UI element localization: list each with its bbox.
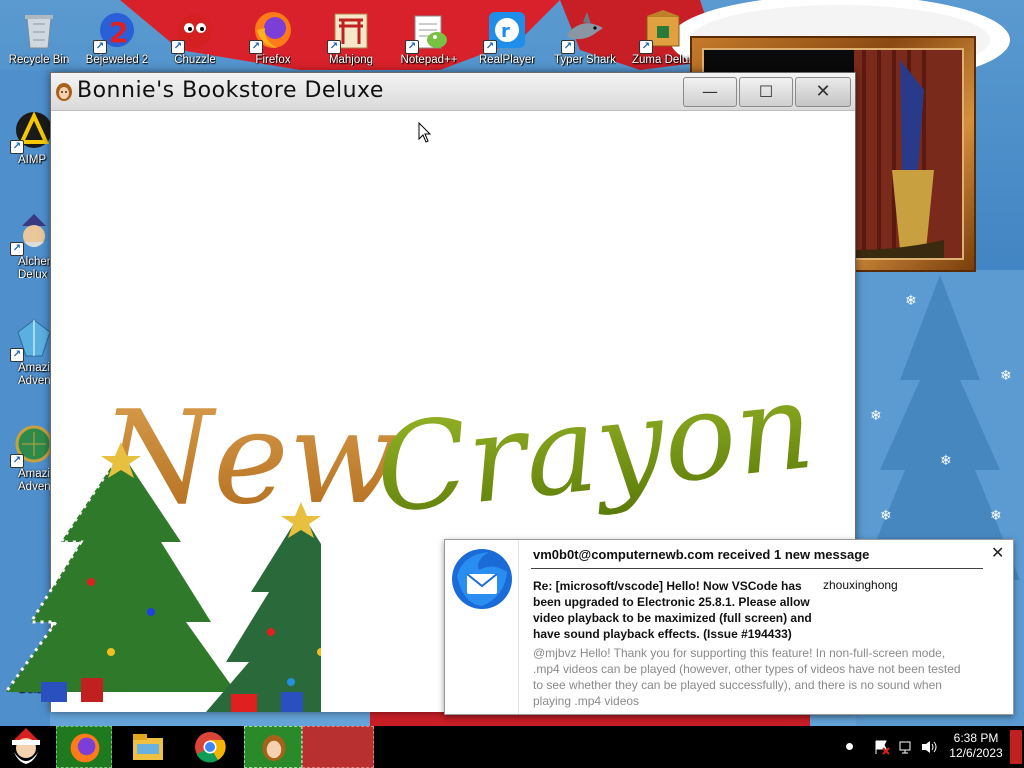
christmas-trees-decoration	[4, 442, 321, 712]
file-explorer-icon	[133, 734, 163, 760]
desktop-icon-label: Firefox	[255, 54, 291, 66]
desktop-icon-label: Zuma Delux	[632, 54, 694, 66]
show-desktop-button[interactable]	[1010, 730, 1022, 764]
taskbar: 6:38 PM 12/6/2023	[0, 726, 1024, 768]
aimp-icon: ↗	[10, 110, 54, 154]
zuma-icon: ↗	[639, 10, 683, 54]
desktop-icon-firefox[interactable]: ↗ Firefox	[235, 4, 311, 76]
logo-word-crayon: Crayon	[370, 357, 811, 541]
shortcut-arrow-icon: ↗	[483, 40, 497, 54]
shortcut-arrow-icon: ↗	[327, 40, 341, 54]
shortcut-arrow-icon: ↗	[93, 40, 107, 54]
desktop-icon-realplayer[interactable]: r ↗ RealPlayer	[469, 4, 545, 76]
tray-clock[interactable]: 6:38 PM 12/6/2023	[946, 731, 1006, 761]
chuzzle-icon: ↗	[171, 10, 215, 54]
tree-left-icon	[4, 442, 236, 693]
maximize-icon: ☐	[758, 82, 774, 101]
santa-start-icon	[12, 728, 40, 764]
taskbar-window-preview[interactable]	[302, 726, 374, 768]
svg-text:❄: ❄	[870, 408, 882, 424]
desktop-icon-chuzzle[interactable]: ↗ Chuzzle	[157, 4, 233, 76]
minimize-icon: —	[702, 82, 718, 101]
mahjong-icon: ↗	[327, 10, 371, 54]
volume-icon[interactable]	[920, 739, 938, 755]
title-bar[interactable]: Bonnie's Bookstore Deluxe — ☐ ✕	[51, 73, 855, 111]
desktop-icon-label: Mahjong	[328, 54, 374, 66]
recycle-bin-icon	[19, 10, 59, 50]
desktop-icon-mahjong[interactable]: ↗ Mahjong	[313, 4, 389, 76]
notification-subject[interactable]: Re: [microsoft/vscode] Hello! Now VSCode…	[533, 578, 813, 642]
shortcut-arrow-icon: ↗	[10, 348, 24, 362]
tray-time: 6:38 PM	[953, 731, 999, 745]
shortcut-arrow-icon: ↗	[405, 40, 419, 54]
firefox-icon: ↗	[249, 10, 293, 54]
svg-text:❄: ❄	[990, 508, 1002, 524]
close-icon: ✕	[815, 81, 831, 102]
bonnie-app-icon	[262, 735, 286, 761]
notification-preview[interactable]: @mjbvz Hello! Thank you for supporting t…	[533, 645, 973, 709]
mail-notification-popup[interactable]: vm0b0t@computernewb.com received 1 new m…	[444, 539, 1014, 715]
typer-shark-icon: ↗	[561, 10, 605, 54]
start-button[interactable]	[0, 726, 56, 768]
notification-close-icon[interactable]: ✕	[991, 546, 1004, 562]
tray-date: 12/6/2023	[949, 746, 1003, 760]
amazing-adventures-icon: ↗	[10, 318, 54, 362]
desktop-icon-recycle-bin[interactable]: Recycle Bin	[1, 4, 77, 76]
network-icon[interactable]	[898, 739, 914, 755]
taskbar-file-explorer[interactable]	[120, 726, 176, 768]
minimize-button[interactable]: —	[683, 77, 737, 107]
shortcut-arrow-icon: ↗	[10, 140, 24, 154]
firefox-icon	[70, 733, 100, 763]
desktop-icon-label: Recycle Bin	[8, 54, 70, 66]
desktop-icon-notepad-plus-plus[interactable]: ↗ Notepad++	[391, 4, 467, 76]
desktop-icon-bejeweled[interactable]: 2 ↗ Bejeweled 2	[79, 4, 155, 76]
shortcut-arrow-icon: ↗	[561, 40, 575, 54]
notification-sender: zhouxinghong	[823, 578, 898, 592]
desktop-icon-label: Typer Shark	[554, 54, 616, 66]
taskbar-chrome[interactable]	[182, 726, 238, 768]
svg-text:❄: ❄	[940, 453, 952, 469]
desktop-icon-label: Notepad++	[400, 54, 458, 66]
close-button[interactable]: ✕	[795, 77, 851, 107]
shortcut-arrow-icon: ↗	[10, 242, 24, 256]
svg-text:❄: ❄	[880, 508, 892, 524]
notification-divider	[531, 568, 983, 569]
taskbar-firefox[interactable]	[56, 726, 112, 768]
maximize-button[interactable]: ☐	[739, 77, 793, 107]
svg-text:r: r	[501, 21, 510, 42]
desktop-icon-label: RealPlayer	[478, 54, 536, 66]
shortcut-arrow-icon: ↗	[639, 40, 653, 54]
shortcut-arrow-icon: ↗	[249, 40, 263, 54]
thunderbird-icon	[452, 549, 512, 609]
svg-text:❄: ❄	[905, 293, 917, 309]
bonnie-app-icon	[56, 83, 72, 101]
tray-dot-icon[interactable]	[846, 743, 853, 750]
taskbar-bonnie-app[interactable]	[244, 726, 302, 768]
alchemy-icon: ↗	[10, 212, 54, 256]
svg-text:2: 2	[109, 16, 128, 49]
desktop-icon-label: Chuzzle	[174, 54, 216, 66]
window-title: Bonnie's Bookstore Deluxe	[77, 78, 384, 103]
notification-header: vm0b0t@computernewb.com received 1 new m…	[533, 547, 870, 562]
notification-icon-panel	[445, 540, 519, 714]
realplayer-icon: r ↗	[483, 10, 527, 54]
shortcut-arrow-icon: ↗	[171, 40, 185, 54]
security-flag-icon[interactable]	[874, 739, 890, 755]
chrome-icon	[195, 732, 226, 763]
desktop-icon-label: Bejeweled 2	[85, 54, 149, 66]
mouse-cursor-icon	[418, 122, 432, 143]
bejeweled-icon: 2 ↗	[93, 10, 137, 54]
desktop-icon-typer-shark[interactable]: ↗ Typer Shark	[547, 4, 623, 76]
svg-text:❄: ❄	[1000, 368, 1012, 384]
notepad-plus-plus-icon: ↗	[405, 10, 449, 54]
